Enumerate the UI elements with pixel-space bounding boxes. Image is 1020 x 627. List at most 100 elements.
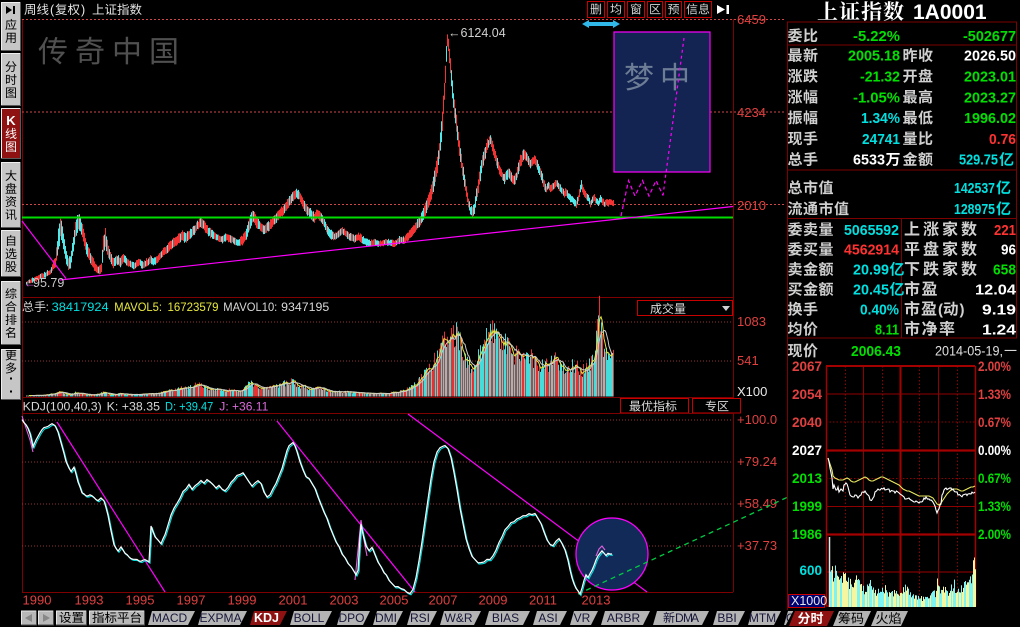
- svg-text:529.75: 529.75: [959, 153, 998, 169]
- svg-text:2067: 2067: [792, 359, 822, 374]
- svg-text:1.34%: 1.34%: [861, 111, 900, 127]
- svg-text:MACD: MACD: [152, 611, 188, 625]
- svg-text:2054: 2054: [792, 387, 823, 402]
- svg-text:MAVOL5:: MAVOL5:: [114, 300, 162, 314]
- svg-text:+100.0: +100.0: [737, 412, 777, 427]
- svg-text:D: +39.47: D: +39.47: [165, 400, 214, 414]
- svg-text:0.67%: 0.67%: [978, 471, 1011, 486]
- svg-text:2027: 2027: [792, 443, 822, 458]
- svg-text:221: 221: [994, 223, 1016, 239]
- svg-text:20.99: 20.99: [853, 263, 889, 279]
- svg-text:K: +38.35: K: +38.35: [107, 400, 161, 414]
- svg-text:MAVOL10:: MAVOL10:: [223, 300, 277, 314]
- svg-text:1083: 1083: [737, 314, 766, 329]
- svg-text:1990: 1990: [23, 593, 52, 608]
- svg-text:8.11: 8.11: [875, 322, 899, 338]
- svg-text:-502677: -502677: [963, 29, 1016, 45]
- svg-text:VR: VR: [574, 611, 591, 625]
- svg-text:+79.24: +79.24: [737, 454, 777, 469]
- svg-text:2005.18: 2005.18: [848, 49, 900, 65]
- svg-text:2005: 2005: [380, 593, 409, 608]
- svg-text:6459: 6459: [737, 12, 766, 27]
- svg-text:2014-05-19,: 2014-05-19,: [935, 344, 1003, 359]
- svg-text:DPO: DPO: [338, 611, 364, 625]
- svg-text:-5.22%: -5.22%: [853, 29, 900, 45]
- svg-text:2026.50: 2026.50: [964, 49, 1016, 65]
- svg-text:2009: 2009: [479, 593, 508, 608]
- svg-text:A: A: [691, 611, 699, 625]
- svg-text:+58.49: +58.49: [737, 496, 777, 511]
- svg-text:2013: 2013: [792, 471, 823, 486]
- svg-text:RSI: RSI: [410, 611, 430, 625]
- svg-text:MTM: MTM: [749, 611, 776, 625]
- svg-text:1997: 1997: [177, 593, 206, 608]
- svg-text:EXPMA: EXPMA: [199, 611, 241, 625]
- svg-text:1.24: 1.24: [982, 322, 1016, 338]
- svg-text:): ): [960, 301, 965, 318]
- svg-text:2006.43: 2006.43: [851, 344, 901, 360]
- svg-text:2023.01: 2023.01: [964, 70, 1016, 86]
- svg-text:2023.27: 2023.27: [964, 90, 1016, 106]
- svg-text:ASI: ASI: [538, 611, 557, 625]
- svg-text:12.04: 12.04: [975, 283, 1016, 299]
- svg-text:W&R: W&R: [445, 611, 473, 625]
- svg-text:1986: 1986: [792, 527, 823, 542]
- svg-text:24741: 24741: [862, 132, 900, 148]
- svg-text:0.67%: 0.67%: [978, 415, 1011, 430]
- svg-text:2007: 2007: [429, 593, 458, 608]
- svg-text:-1.05%: -1.05%: [853, 90, 900, 106]
- svg-text:): ): [81, 3, 85, 17]
- svg-text:6533: 6533: [853, 153, 885, 169]
- svg-text:600: 600: [799, 563, 822, 578]
- svg-text:←6124.04: ←6124.04: [448, 26, 506, 40]
- svg-text:2011: 2011: [529, 593, 557, 608]
- svg-text:2.00%: 2.00%: [978, 527, 1011, 542]
- svg-text:-21.32: -21.32: [860, 70, 900, 86]
- svg-text:5065592: 5065592: [844, 223, 899, 239]
- svg-text:X100: X100: [737, 384, 767, 399]
- svg-text:1999: 1999: [228, 593, 257, 608]
- svg-text:96: 96: [1001, 243, 1016, 259]
- svg-text:95.79: 95.79: [33, 276, 64, 290]
- svg-text:9.19: 9.19: [982, 302, 1016, 318]
- svg-text:128975: 128975: [954, 201, 995, 218]
- svg-text:2013: 2013: [582, 593, 611, 608]
- svg-text:16723579: 16723579: [168, 300, 219, 314]
- svg-text:1A0001: 1A0001: [913, 1, 987, 24]
- svg-text:X1000: X1000: [791, 594, 827, 608]
- svg-text:BOLL: BOLL: [294, 611, 325, 625]
- svg-text:0.76: 0.76: [989, 132, 1016, 148]
- svg-text:2010: 2010: [737, 198, 766, 213]
- svg-text:38417924: 38417924: [52, 300, 109, 314]
- svg-text:2.00%: 2.00%: [978, 359, 1011, 374]
- svg-text:20.45: 20.45: [853, 283, 889, 299]
- svg-text:(: (: [938, 301, 943, 318]
- svg-text:9347195: 9347195: [281, 300, 329, 314]
- svg-text:1993: 1993: [75, 593, 104, 608]
- svg-text:541: 541: [737, 353, 759, 368]
- svg-text:1.33%: 1.33%: [978, 499, 1011, 514]
- svg-text:DMI: DMI: [375, 611, 397, 625]
- svg-text:2003: 2003: [330, 593, 359, 608]
- svg-text:4234: 4234: [737, 105, 766, 120]
- svg-text:4562914: 4562914: [844, 243, 899, 259]
- svg-text:+37.73: +37.73: [737, 538, 777, 553]
- svg-text:1999: 1999: [792, 499, 822, 514]
- svg-text:K: K: [6, 113, 16, 128]
- svg-text:BIAS: BIAS: [492, 611, 519, 625]
- svg-text:1.33%: 1.33%: [978, 387, 1011, 402]
- svg-text:BBI: BBI: [717, 611, 736, 625]
- svg-text:KDJ(100,40,3): KDJ(100,40,3): [23, 400, 102, 414]
- svg-text:1995: 1995: [126, 593, 155, 608]
- svg-text:2040: 2040: [792, 415, 822, 430]
- svg-text:142537: 142537: [954, 180, 995, 197]
- svg-text:658: 658: [993, 263, 1016, 279]
- svg-text:J: +36.11: J: +36.11: [219, 400, 268, 414]
- svg-text::: :: [46, 300, 49, 314]
- svg-text:ARBR: ARBR: [607, 611, 641, 625]
- svg-text:0.00%: 0.00%: [978, 443, 1011, 458]
- svg-text:2001: 2001: [279, 593, 308, 608]
- svg-text:KDJ: KDJ: [254, 611, 279, 625]
- svg-text:0.40%: 0.40%: [860, 302, 899, 318]
- svg-text:1996.02: 1996.02: [964, 111, 1016, 127]
